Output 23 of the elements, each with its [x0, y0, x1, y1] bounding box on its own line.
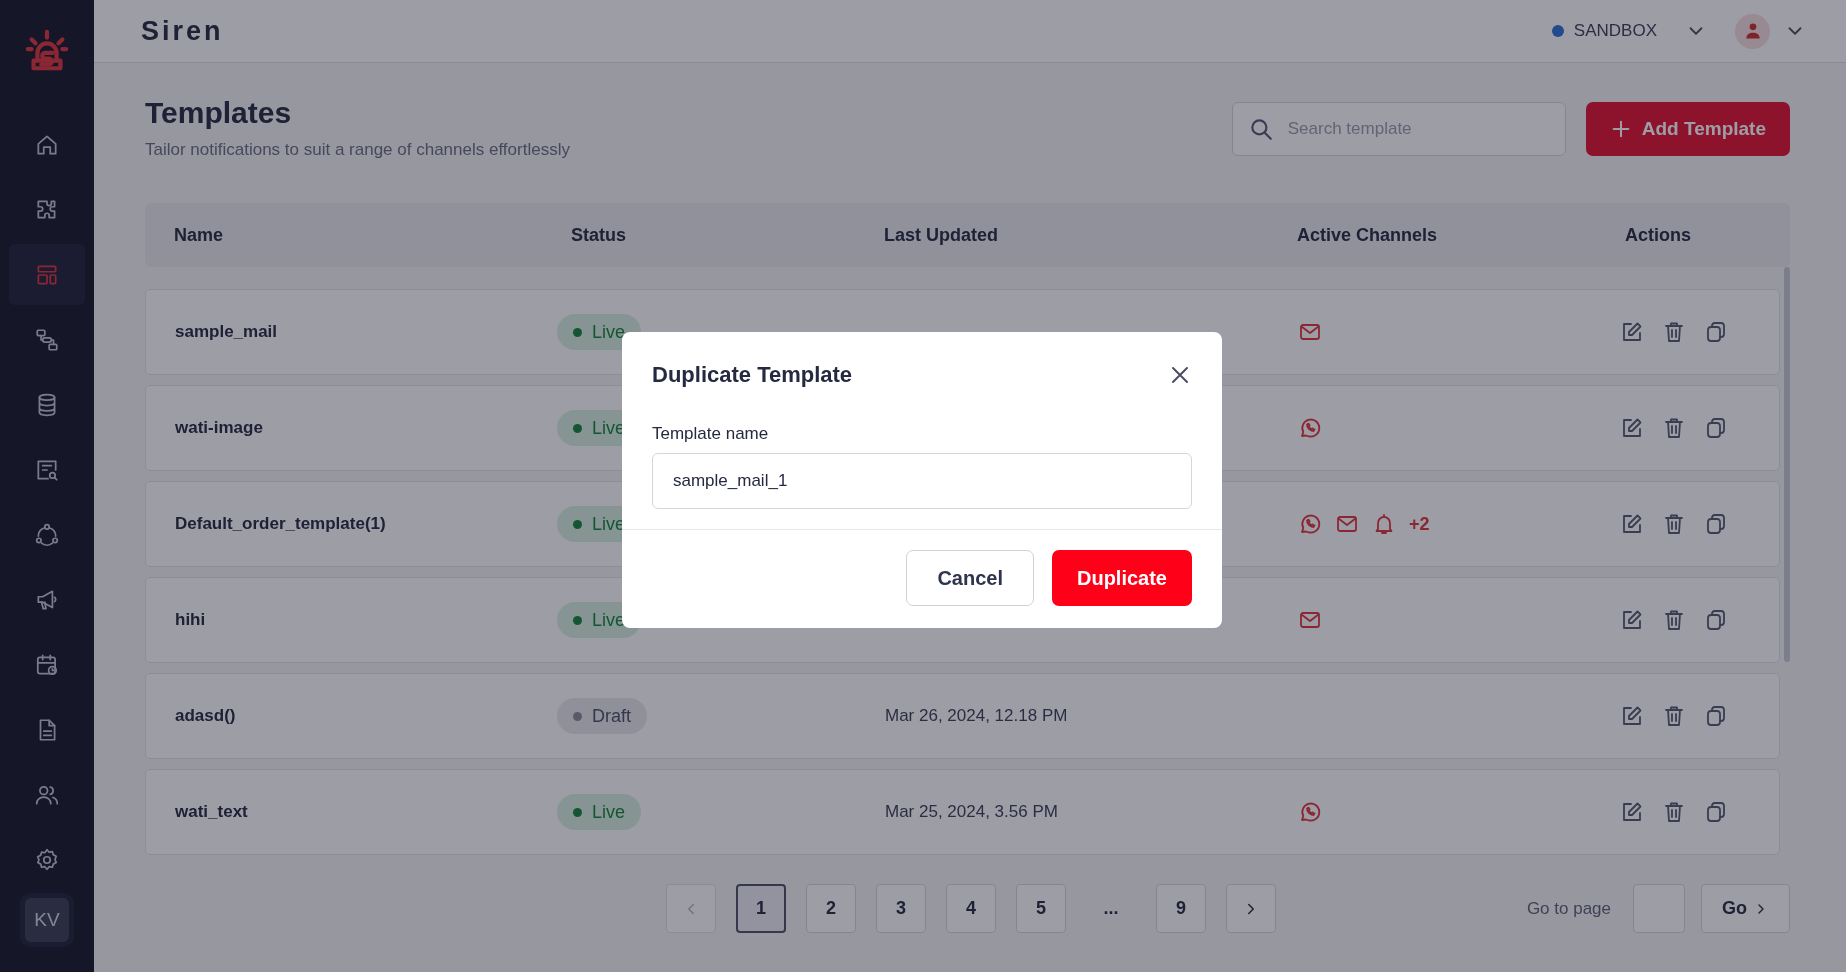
status-badge: Draft: [557, 698, 647, 734]
column-header: Active Channels: [1297, 224, 1439, 246]
page-ellipsis: ...: [1102, 898, 1120, 919]
template-name: adasd(): [175, 706, 237, 726]
last-updated-date: Mar 25, 2024, 3.56 PM: [885, 802, 1058, 821]
column-header: Name: [174, 224, 225, 246]
field-label: Template name: [652, 424, 770, 444]
status-badge: Live: [557, 314, 642, 350]
column-header: Last Updated: [884, 224, 999, 246]
template-name: wati-image: [175, 418, 264, 438]
brand-name: Siren: [141, 15, 224, 47]
template-name: hihi: [175, 610, 207, 630]
template-name: sample_mail: [175, 322, 279, 342]
status-badge: Live: [557, 794, 642, 830]
column-header: Status: [570, 224, 627, 246]
column-header: Actions: [1625, 224, 1692, 246]
template-name: wati_text: [175, 802, 249, 822]
last-updated-date: Mar 26, 2024, 12.18 PM: [885, 706, 1068, 725]
page-title: Templates: [145, 96, 293, 130]
page-subtitle: Tailor notifications to suit a range of channels effortlessly: [145, 140, 570, 160]
go-to-page-label: Go to page: [1526, 898, 1611, 919]
template-name: Default_order_template(1): [175, 514, 387, 534]
more-channels-count: +2: [1409, 513, 1430, 535]
